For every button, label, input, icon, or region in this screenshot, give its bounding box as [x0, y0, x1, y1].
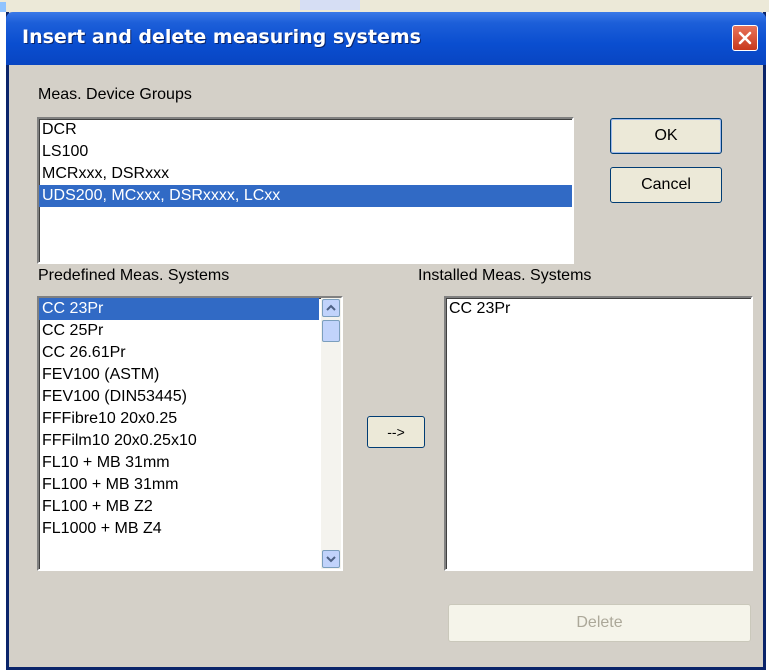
predefined-items: CC 23Pr CC 25Pr CC 26.61Pr FEV100 (ASTM) FEV…: [39, 298, 341, 540]
list-item[interactable]: FL10 + MB 31mm: [39, 452, 319, 474]
device-groups-label: Meas. Device Groups: [38, 86, 192, 103]
list-item[interactable]: FL100 + MB Z2: [39, 496, 319, 518]
installed-listbox[interactable]: CC 23Pr: [444, 296, 753, 571]
close-button[interactable]: [732, 25, 758, 51]
list-item[interactable]: CC 23Pr: [39, 298, 319, 320]
desktop-edge: [300, 0, 360, 10]
list-item[interactable]: FFFibre10 20x0.25: [39, 408, 319, 430]
scroll-up-button[interactable]: [322, 299, 340, 317]
predefined-scrollbar[interactable]: [321, 298, 341, 569]
list-item[interactable]: FL1000 + MB Z4: [39, 518, 319, 540]
list-item[interactable]: FL100 + MB 31mm: [39, 474, 319, 496]
scroll-thumb[interactable]: [322, 320, 340, 342]
desktop-edge: [0, 2, 6, 12]
predefined-label: Predefined Meas. Systems: [38, 267, 230, 284]
list-item[interactable]: UDS200, MCxxx, DSRxxxx, LCxx: [39, 185, 572, 207]
installed-label: Installed Meas. Systems: [418, 267, 592, 284]
predefined-listbox[interactable]: CC 23Pr CC 25Pr CC 26.61Pr FEV100 (ASTM) FEV…: [37, 296, 343, 571]
title-bar[interactable]: Insert and delete measuring systems: [6, 12, 766, 65]
delete-button[interactable]: Delete: [448, 604, 751, 642]
arrow-up-icon: [326, 304, 336, 311]
desktop-background: [0, 0, 769, 12]
list-item[interactable]: CC 25Pr: [39, 320, 319, 342]
list-item[interactable]: LS100: [39, 141, 572, 163]
close-icon: [738, 31, 752, 45]
list-item[interactable]: FEV100 (ASTM): [39, 364, 319, 386]
list-item[interactable]: CC 26.61Pr: [39, 342, 319, 364]
ok-button[interactable]: OK: [610, 118, 722, 154]
window-title: Insert and delete measuring systems: [22, 26, 421, 48]
list-item[interactable]: DCR: [39, 119, 572, 141]
cancel-button[interactable]: Cancel: [610, 167, 722, 203]
arrow-down-icon: [326, 556, 336, 563]
scroll-down-button[interactable]: [322, 550, 340, 568]
list-item[interactable]: FFFilm10 20x0.25x10: [39, 430, 319, 452]
list-item[interactable]: FEV100 (DIN53445): [39, 386, 319, 408]
device-groups-listbox[interactable]: DCR LS100 MCRxxx, DSRxxx UDS200, MCxxx, DSR…: [37, 117, 574, 264]
dialog-window: Insert and delete measuring systems Meas…: [6, 12, 766, 670]
list-item[interactable]: MCRxxx, DSRxxx: [39, 163, 572, 185]
list-item[interactable]: CC 23Pr: [446, 298, 751, 320]
add-button[interactable]: -->: [367, 416, 425, 448]
